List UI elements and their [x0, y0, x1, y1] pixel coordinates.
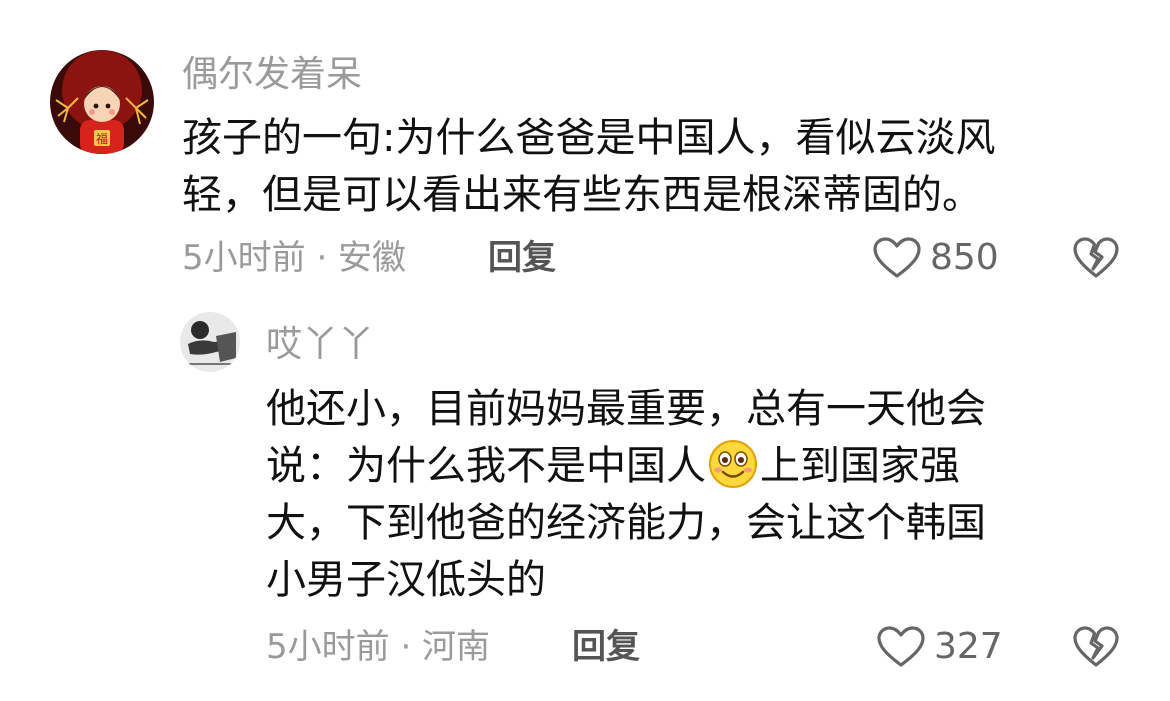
comment-username[interactable]: 偶尔发着呆 — [182, 55, 362, 95]
comment-text-segment: 说：为什么我不是中国人 — [266, 443, 706, 489]
comment-text: 孩子的一句:为什么爸爸是中国人，看似云淡风 轻，但是可以看出来有些东西是根深蒂固… — [182, 110, 1142, 224]
heart-outline-icon[interactable] — [876, 625, 926, 673]
like-count: 850 — [930, 237, 999, 278]
heart-outline-icon[interactable] — [872, 236, 922, 284]
avatar[interactable]: 福 — [50, 50, 154, 154]
reply-button[interactable]: 回复 — [488, 238, 556, 278]
avatar[interactable] — [180, 312, 240, 372]
smiling-face-emoji — [708, 439, 758, 489]
broken-heart-icon[interactable] — [1072, 625, 1120, 673]
comment-text-line: 他还小，目前妈妈最重要，总有一天他会 — [266, 386, 986, 432]
comment-text-line: 孩子的一句:为什么爸爸是中国人，看似云淡风 — [182, 115, 996, 161]
comment-text-line: 轻，但是可以看出来有些东西是根深蒂固的。 — [182, 172, 982, 218]
comment-meta: 5小时前 · 安徽 — [182, 238, 407, 278]
comment-text-line: 大，下到他爸的经济能力，会让这个韩国 — [266, 500, 986, 546]
comment-text-line: 说：为什么我不是中国人 上到国家强 — [266, 438, 1146, 495]
avatar-seal-text: 福 — [96, 131, 108, 146]
comment-username[interactable]: 哎丫丫 — [266, 325, 374, 365]
reply-button[interactable]: 回复 — [572, 627, 640, 667]
comment-meta: 5小时前 · 河南 — [266, 627, 491, 667]
comment-text: 他还小，目前妈妈最重要，总有一天他会 说：为什么我不是中国人 上到国家强 大，下… — [266, 381, 1146, 609]
like-count: 327 — [934, 626, 1003, 667]
comment-text-segment: 上到国家强 — [760, 443, 960, 489]
broken-heart-icon[interactable] — [1072, 236, 1120, 284]
comment-text-line: 小男子汉低头的 — [266, 557, 546, 603]
